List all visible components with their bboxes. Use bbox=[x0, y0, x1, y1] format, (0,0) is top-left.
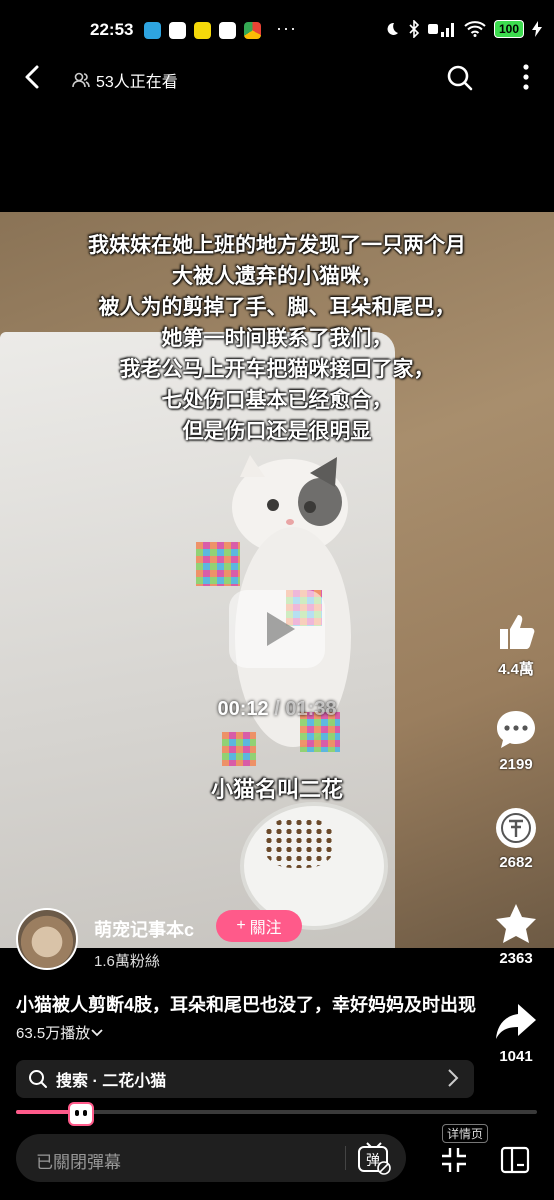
progress-handle[interactable] bbox=[67, 1102, 94, 1126]
danmaku-toggle-icon[interactable]: 弹 bbox=[356, 1140, 392, 1176]
comment-button[interactable]: 2199 bbox=[488, 708, 544, 773]
play-count: 63.5万播放 bbox=[16, 1025, 91, 1042]
follow-label: 關注 bbox=[249, 920, 282, 937]
subtitle-line: 大被人遗弃的小猫咪， bbox=[172, 265, 382, 288]
more-notifications-icon: ··· bbox=[276, 18, 297, 38]
detail-page-label[interactable]: 详情页 bbox=[442, 1124, 489, 1143]
viewer-count: 53人正在看 bbox=[72, 68, 178, 92]
video-title[interactable]: 小猫被人剪断4肢，耳朵和尾巴也没了，幸好妈妈及时出现 63.5万播放 bbox=[16, 992, 476, 1047]
share-count: 1041 bbox=[499, 1048, 533, 1065]
notification-icons bbox=[144, 22, 261, 39]
star-icon bbox=[496, 904, 536, 943]
battery-indicator: 100 bbox=[493, 20, 524, 38]
author-avatar[interactable] bbox=[16, 908, 78, 970]
like-count: 4.4萬 bbox=[498, 661, 534, 678]
video-player[interactable]: 我妹妹在她上班的地方发现了一只两个月 大被人遗弃的小猫咪， 被人为的剪掉了手、脚… bbox=[0, 212, 554, 948]
author-name[interactable]: 萌宠记事本c bbox=[94, 916, 194, 942]
danmaku-placeholder: 已關閉彈幕 bbox=[36, 1153, 121, 1172]
charging-icon bbox=[532, 21, 542, 37]
divider bbox=[345, 1146, 346, 1170]
viewer-count-text: 53人正在看 bbox=[96, 74, 178, 91]
video-caption: 小猫名叫二花 bbox=[210, 777, 343, 802]
signal-icon bbox=[427, 23, 454, 37]
duration: 01:38 bbox=[285, 698, 337, 720]
current-time: 00:12 bbox=[217, 698, 269, 720]
time-separator: / bbox=[268, 698, 286, 720]
exit-fullscreen-icon[interactable] bbox=[440, 1146, 468, 1174]
status-bar: 22:53 ··· 100 bbox=[0, 0, 554, 56]
chrome-icon bbox=[244, 22, 261, 39]
play-icon[interactable] bbox=[229, 590, 325, 668]
google-icon bbox=[169, 22, 186, 39]
telegram-icon bbox=[144, 22, 161, 39]
video-title-text: 小猫被人剪断4肢，耳朵和尾巴也没了，幸好妈妈及时出现 bbox=[16, 995, 477, 1015]
share-button[interactable]: 1041 bbox=[488, 1000, 544, 1065]
status-time: 22:53 bbox=[90, 20, 134, 39]
more-vertical-icon[interactable] bbox=[522, 62, 530, 92]
coin-count: 2682 bbox=[499, 854, 533, 871]
coin-button[interactable]: 2682 bbox=[488, 806, 544, 871]
app-yellow-icon bbox=[194, 22, 211, 39]
related-search-bar[interactable]: 搜索 · 二花小猫 bbox=[16, 1060, 474, 1098]
favorite-count: 2363 bbox=[499, 950, 533, 967]
side-panel-icon[interactable] bbox=[500, 1146, 530, 1174]
coin-icon bbox=[496, 808, 536, 848]
chevron-right-icon bbox=[448, 1069, 459, 1087]
like-button[interactable]: 4.4萬 bbox=[488, 610, 544, 679]
follow-button[interactable]: + 關注 bbox=[216, 910, 302, 942]
video-subtitle: 我妹妹在她上班的地方发现了一只两个月 大被人遗弃的小猫咪， 被人为的剪掉了手、脚… bbox=[0, 230, 554, 447]
blurred-paw-left bbox=[196, 542, 240, 586]
plus-icon: + bbox=[236, 917, 246, 934]
video-timecode: 00:12 / 01:38 bbox=[0, 698, 554, 721]
progress-bar[interactable] bbox=[16, 1102, 537, 1126]
subtitle-line: 七处伤口基本已经愈合， bbox=[161, 389, 393, 412]
fans-count: 1.6萬粉絲 bbox=[94, 953, 160, 970]
subtitle-line: 但是伤口还是很明显 bbox=[182, 420, 372, 443]
subtitle-line: 她第一时间联系了我们， bbox=[161, 327, 393, 350]
chevron-down-icon[interactable] bbox=[90, 1028, 104, 1038]
comment-count: 2199 bbox=[499, 756, 533, 773]
blurred-tail bbox=[222, 732, 256, 766]
system-indicators: 100 bbox=[384, 20, 542, 38]
subtitle-line: 被人为的剪掉了手、脚、耳朵和尾巴， bbox=[98, 296, 456, 319]
play-store-icon bbox=[219, 22, 236, 39]
bluetooth-icon bbox=[409, 20, 420, 38]
related-search-text: 搜索 · 二花小猫 bbox=[56, 1073, 167, 1090]
danmaku-input[interactable]: 已關閉彈幕 弹 bbox=[16, 1134, 406, 1182]
moon-icon bbox=[387, 22, 398, 35]
wifi-icon bbox=[464, 21, 486, 37]
back-arrow-icon[interactable] bbox=[20, 64, 46, 90]
thumbs-up-icon bbox=[500, 615, 535, 649]
subtitle-line: 我妹妹在她上班的地方发现了一只两个月 bbox=[88, 234, 466, 257]
favorite-button[interactable]: 2363 bbox=[488, 902, 544, 967]
people-icon bbox=[72, 72, 90, 88]
top-bar: 53人正在看 bbox=[0, 56, 554, 100]
search-icon[interactable] bbox=[446, 64, 474, 92]
subtitle-line: 我老公马上开车把猫咪接回了家， bbox=[119, 358, 435, 381]
search-icon bbox=[29, 1070, 47, 1088]
share-icon bbox=[496, 1004, 536, 1039]
comment-icon bbox=[497, 711, 535, 748]
